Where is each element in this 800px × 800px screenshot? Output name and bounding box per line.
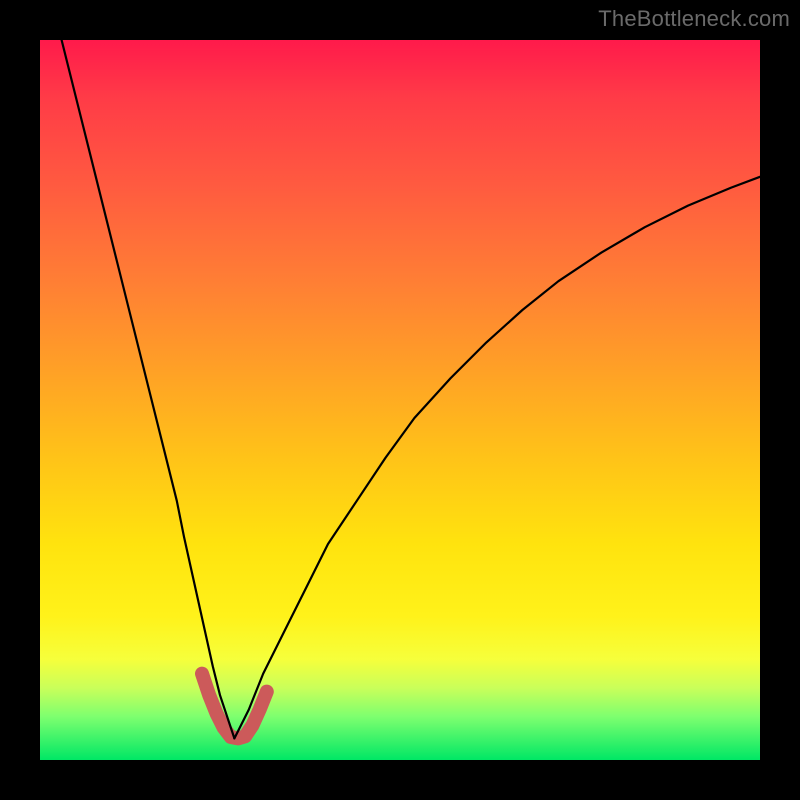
series-curve-left [62, 40, 235, 738]
watermark-text: TheBottleneck.com [598, 6, 790, 32]
chart-frame: TheBottleneck.com [0, 0, 800, 800]
series-curve-right [234, 177, 760, 739]
chart-svg [40, 40, 760, 760]
series-highlight-min [202, 674, 267, 739]
